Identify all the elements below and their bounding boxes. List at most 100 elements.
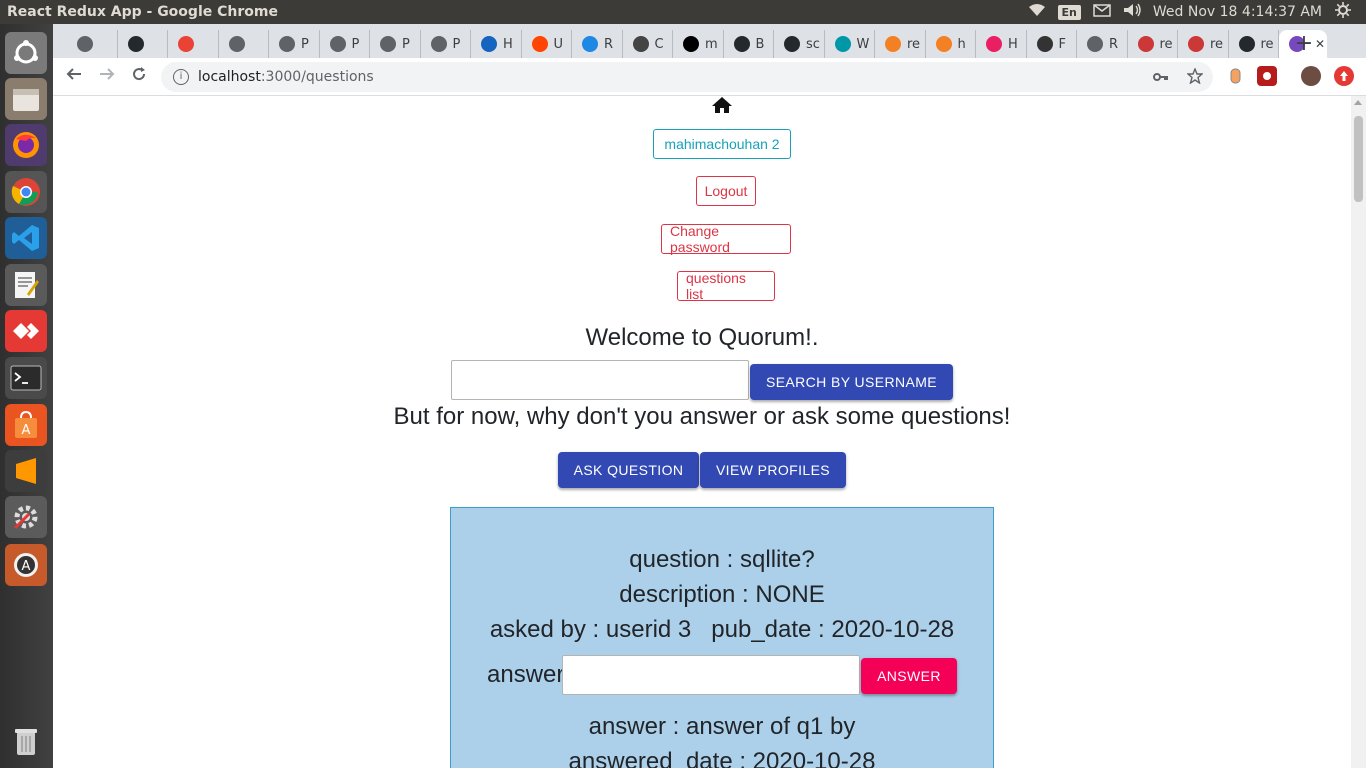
medium-icon bbox=[683, 36, 699, 52]
browser-tab[interactable]: P bbox=[421, 30, 471, 58]
question-meta: asked by : userid 3 pub_date : 2020-10-2… bbox=[489, 616, 955, 643]
browser-tab[interactable]: m bbox=[673, 30, 724, 58]
browser-tab[interactable] bbox=[168, 30, 219, 58]
browser-tab[interactable]: re bbox=[1128, 30, 1178, 58]
browser-tab[interactable]: H bbox=[976, 30, 1027, 58]
npm-icon bbox=[1188, 36, 1204, 52]
keyboard-layout-indicator[interactable]: En bbox=[1057, 4, 1081, 20]
browser-tab-label: H bbox=[503, 36, 513, 52]
ubuntu-dash-icon[interactable] bbox=[5, 32, 47, 74]
browser-tab[interactable]: C bbox=[623, 30, 673, 58]
browser-tab[interactable]: R bbox=[1077, 30, 1128, 58]
play-icon bbox=[986, 36, 1002, 52]
change-password-button[interactable]: Change password bbox=[661, 223, 791, 255]
globe-icon bbox=[77, 36, 93, 52]
browser-tab[interactable]: W bbox=[825, 30, 875, 58]
browser-tab[interactable]: B bbox=[724, 30, 774, 58]
logout-button[interactable]: Logout bbox=[696, 176, 756, 206]
software-updater-icon[interactable]: A bbox=[5, 544, 47, 586]
answer-button[interactable]: ANSWER bbox=[861, 658, 957, 694]
system-settings-icon[interactable] bbox=[5, 496, 47, 538]
address-bar[interactable]: i localhost:3000/questions bbox=[161, 62, 1213, 92]
github-icon bbox=[127, 36, 144, 52]
vscode-icon[interactable] bbox=[5, 217, 47, 259]
reload-button[interactable] bbox=[126, 64, 152, 90]
firefox-icon[interactable] bbox=[5, 124, 47, 166]
browser-tab[interactable]: H bbox=[471, 30, 522, 58]
key-icon[interactable] bbox=[1153, 68, 1169, 88]
browser-tab[interactable]: P bbox=[370, 30, 421, 58]
svg-text:A: A bbox=[22, 559, 31, 574]
w-icon bbox=[834, 36, 851, 52]
answer-input[interactable] bbox=[562, 655, 860, 695]
globe-icon bbox=[430, 36, 447, 52]
page-scrollbar[interactable] bbox=[1351, 96, 1366, 768]
github-icon bbox=[733, 36, 750, 52]
site-info-icon[interactable]: i bbox=[173, 69, 189, 85]
browser-tab[interactable] bbox=[67, 30, 118, 58]
globe-icon bbox=[380, 36, 396, 52]
extension-orange-icon[interactable] bbox=[1225, 66, 1245, 86]
username-search-input[interactable] bbox=[451, 360, 749, 400]
browser-tab[interactable]: F bbox=[1027, 30, 1077, 58]
scroll-up-arrow[interactable] bbox=[1354, 100, 1362, 105]
volume-icon[interactable] bbox=[1123, 3, 1141, 21]
home-icon[interactable] bbox=[711, 96, 733, 114]
search-by-username-button[interactable]: SEARCH BY USERNAME bbox=[750, 364, 953, 400]
sublime-text-icon[interactable] bbox=[5, 450, 47, 492]
view-profiles-button[interactable]: VIEW PROFILES bbox=[700, 452, 846, 488]
launcher: A A bbox=[0, 24, 53, 768]
browser-tab-label: re bbox=[1210, 36, 1224, 52]
browser-tab[interactable]: U bbox=[522, 30, 572, 58]
svg-text:A: A bbox=[22, 423, 31, 438]
clock[interactable]: Wed Nov 18 4:14:37 AM bbox=[1153, 4, 1322, 20]
ask-question-button[interactable]: ASK QUESTION bbox=[558, 452, 699, 488]
browser-tab-label: P bbox=[351, 36, 360, 52]
browser-tab[interactable]: re bbox=[1178, 30, 1229, 58]
browser-tab[interactable]: re bbox=[1229, 30, 1279, 58]
browser-tab-label: P bbox=[301, 36, 309, 52]
scrollbar-thumb[interactable] bbox=[1354, 116, 1363, 202]
browser-tab[interactable] bbox=[219, 30, 269, 58]
extension-red-icon[interactable] bbox=[1257, 66, 1277, 86]
globe-icon bbox=[228, 36, 245, 52]
bookmark-star-icon[interactable] bbox=[1186, 67, 1204, 88]
username-button[interactable]: mahimachouhan 2 bbox=[653, 129, 791, 159]
browser-tab-label: P bbox=[402, 36, 410, 52]
browser-tab[interactable] bbox=[118, 30, 168, 58]
answer-text: answer : answer of q1 by bbox=[588, 713, 856, 740]
forward-button[interactable] bbox=[94, 64, 120, 90]
text-editor-icon[interactable] bbox=[5, 264, 47, 306]
browser-tab-label: re bbox=[907, 36, 921, 52]
codesandbox-icon bbox=[632, 36, 649, 52]
chrome-icon[interactable] bbox=[5, 171, 47, 213]
questions-list-button[interactable]: questions list bbox=[677, 270, 775, 302]
browser-tab[interactable]: h bbox=[926, 30, 976, 58]
terminal-icon[interactable] bbox=[5, 357, 47, 399]
globe-icon bbox=[329, 36, 346, 52]
wifi-icon[interactable] bbox=[1028, 3, 1046, 21]
browser-tab[interactable]: P bbox=[320, 30, 370, 58]
browser-tab-label: C bbox=[654, 36, 664, 52]
browser-tab-label: B bbox=[755, 36, 765, 52]
trash-icon[interactable] bbox=[5, 720, 47, 762]
back-button[interactable] bbox=[61, 64, 87, 90]
new-tab-button[interactable]: + bbox=[1290, 30, 1318, 58]
browser-tab[interactable]: R bbox=[572, 30, 623, 58]
gmail-icon bbox=[178, 36, 194, 52]
question-description: description : NONE bbox=[619, 581, 825, 608]
anydesk-icon[interactable] bbox=[5, 310, 47, 352]
question-card: question : sqllite? description : NONE a… bbox=[450, 507, 994, 768]
browser-tab[interactable]: sc bbox=[774, 30, 825, 58]
update-chrome-icon[interactable] bbox=[1334, 66, 1354, 86]
browser-tab[interactable]: re bbox=[875, 30, 926, 58]
system-top-bar: React Redux App - Google Chrome En Wed N… bbox=[0, 0, 1366, 24]
software-center-icon[interactable]: A bbox=[5, 404, 47, 446]
files-icon[interactable] bbox=[5, 78, 47, 120]
power-settings-icon[interactable] bbox=[1334, 2, 1352, 22]
welcome-heading: Welcome to Quorum!. bbox=[585, 324, 819, 351]
url-path: :3000/questions bbox=[260, 69, 374, 85]
mail-icon[interactable] bbox=[1093, 3, 1111, 21]
browser-tab[interactable]: P bbox=[269, 30, 320, 58]
profile-avatar[interactable] bbox=[1301, 66, 1321, 86]
